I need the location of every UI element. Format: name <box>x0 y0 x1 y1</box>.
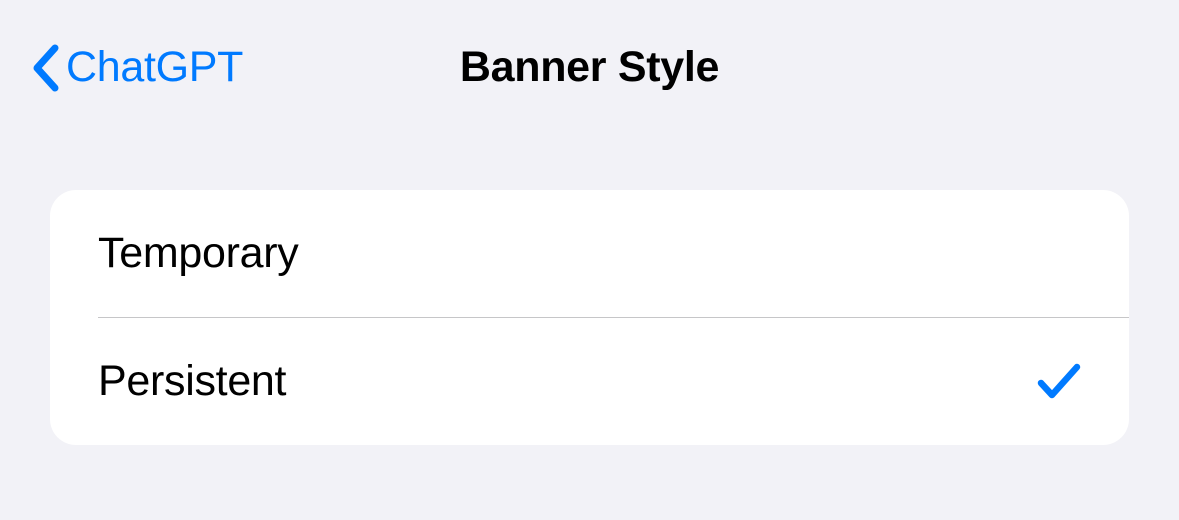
option-persistent[interactable]: Persistent <box>50 318 1129 445</box>
option-temporary[interactable]: Temporary <box>50 190 1129 317</box>
option-label: Persistent <box>98 357 286 406</box>
options-list: Temporary Persistent <box>50 190 1129 445</box>
option-label: Temporary <box>98 229 298 278</box>
nav-bar: ChatGPT Banner Style <box>0 0 1179 135</box>
back-label: ChatGPT <box>66 43 243 92</box>
chevron-left-icon <box>30 44 60 92</box>
page-title: Banner Style <box>460 43 719 92</box>
back-button[interactable]: ChatGPT <box>30 43 243 92</box>
checkmark-icon <box>1037 362 1081 402</box>
